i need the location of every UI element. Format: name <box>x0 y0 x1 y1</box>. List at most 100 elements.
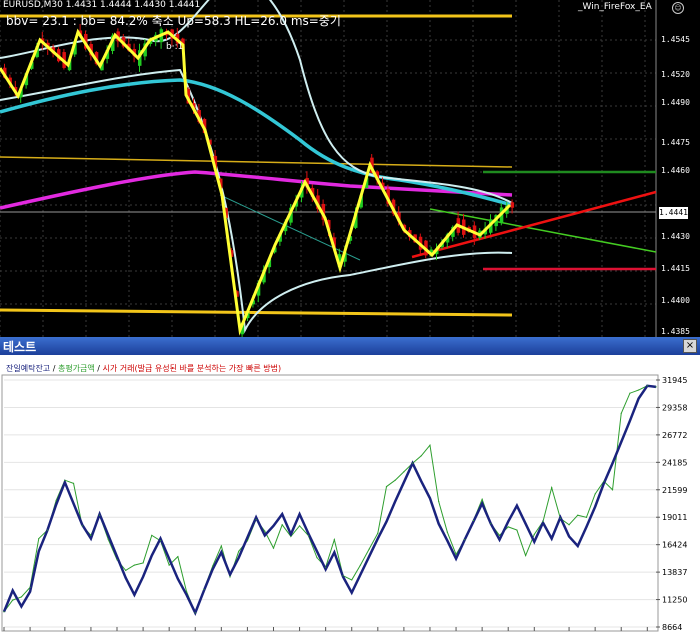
bollinger-upper[interactable] <box>0 0 513 204</box>
point-blue <box>394 500 396 503</box>
y-tick-label: 26772 <box>662 431 687 440</box>
point-blue <box>281 513 283 515</box>
zigzag-line[interactable] <box>0 28 512 336</box>
mid-ma-line[interactable] <box>0 78 513 207</box>
point-blue <box>351 592 353 594</box>
equity-chart[interactable]: 31945 29358 26772 24185 21599 19011 16424 13837… <box>0 355 700 633</box>
point-blue <box>368 555 370 558</box>
point-green <box>568 524 570 526</box>
candle-body <box>510 202 515 208</box>
point-blue <box>611 462 614 464</box>
red-trend-line[interactable] <box>411 190 657 259</box>
point-blue <box>255 516 257 518</box>
point-blue <box>481 502 483 505</box>
point-blue <box>116 555 118 558</box>
long-ma-line[interactable] <box>0 170 513 210</box>
point-green <box>203 588 205 591</box>
point-blue <box>638 397 640 400</box>
legend-separator: / <box>50 364 58 373</box>
point-green <box>307 534 309 536</box>
legend-item: 잔일예탁잔고 <box>6 364 51 373</box>
price-chart-canvas[interactable] <box>0 0 700 337</box>
point-blue <box>107 534 109 536</box>
point-green <box>646 385 648 387</box>
point-green <box>246 540 249 542</box>
equity-y-axis: 31945 29358 26772 24185 21599 19011 16424 13837… <box>656 376 687 632</box>
close-button[interactable]: × <box>683 339 697 353</box>
y-tick-label: 31945 <box>662 376 687 385</box>
y-tick-label: 21599 <box>662 486 687 495</box>
point-green <box>525 554 527 557</box>
point-green <box>12 599 14 601</box>
point-green <box>411 462 414 464</box>
y-tick-label: 13837 <box>662 568 687 577</box>
point-green <box>507 526 509 528</box>
point-blue <box>455 558 457 560</box>
point-green <box>3 611 5 613</box>
price-tick: 1.4430 <box>661 232 690 241</box>
test-window-titlebar[interactable]: 테스트 × <box>0 337 700 355</box>
price-chart[interactable]: EURUSD,M30 1.4431 1.4444 1.4430 1.4441 b… <box>0 0 700 337</box>
legend-item: 총평가금액 <box>57 364 95 373</box>
point-blue <box>238 557 240 559</box>
point-blue <box>20 605 22 608</box>
price-tick: 1.4520 <box>661 70 690 79</box>
point-green <box>620 412 622 414</box>
point-blue <box>629 420 631 422</box>
price-tick: 1.4385 <box>661 327 690 336</box>
point-green <box>611 489 614 491</box>
point-green <box>72 482 75 484</box>
point-blue <box>385 520 388 523</box>
point-blue <box>220 551 222 553</box>
point-green <box>229 576 231 578</box>
point-green <box>638 389 640 391</box>
point-green <box>559 517 561 520</box>
point-blue <box>359 574 362 576</box>
test-window-title: 테스트 <box>3 340 37 354</box>
mid-channel-line[interactable] <box>0 156 513 168</box>
current-price-tag: 1.4441 <box>659 207 688 219</box>
point-green <box>151 534 153 536</box>
point-green <box>394 479 396 481</box>
point-blue <box>568 535 570 538</box>
point-green <box>438 500 440 503</box>
legend-item: 시가 거래(발급 유성된 바를 분석하는 가장 빠른 방법) <box>102 364 282 373</box>
point-blue <box>594 506 596 508</box>
point-green <box>64 479 66 481</box>
point-green <box>603 480 605 482</box>
point-green <box>629 392 631 394</box>
price-tick: 1.4475 <box>661 138 690 147</box>
point-green <box>359 564 362 566</box>
point-blue <box>212 568 214 570</box>
point-green <box>594 493 596 495</box>
point-green <box>142 562 144 564</box>
point-green <box>212 565 214 567</box>
point-green <box>281 524 283 526</box>
price-tick: 1.4415 <box>661 264 690 273</box>
point-green <box>159 540 162 542</box>
point-green <box>290 535 292 538</box>
point-blue <box>551 537 553 540</box>
candlestick-series[interactable] <box>3 23 515 337</box>
point-green <box>351 579 353 581</box>
point-green <box>498 534 501 536</box>
point-blue <box>325 568 327 570</box>
point-blue <box>620 441 622 443</box>
point-green <box>238 550 240 552</box>
legend-separator: / <box>94 364 103 373</box>
smiley-icon[interactable]: ☺ <box>672 2 684 14</box>
point-blue <box>525 523 527 525</box>
point-blue <box>38 550 40 552</box>
point-green <box>551 487 553 489</box>
point-blue <box>90 537 92 540</box>
point-green <box>90 534 92 536</box>
point-green <box>333 539 335 541</box>
point-green <box>107 539 109 541</box>
y-tick-label: 19011 <box>662 513 687 522</box>
point-blue <box>125 577 127 579</box>
test-window[interactable]: 테스트 × 31945 29358 26772 24185 21599 19011 1642… <box>0 337 700 633</box>
point-blue <box>438 523 440 525</box>
point-green <box>185 591 188 593</box>
point-blue <box>403 481 405 483</box>
y-tick-label: 11250 <box>662 596 687 605</box>
